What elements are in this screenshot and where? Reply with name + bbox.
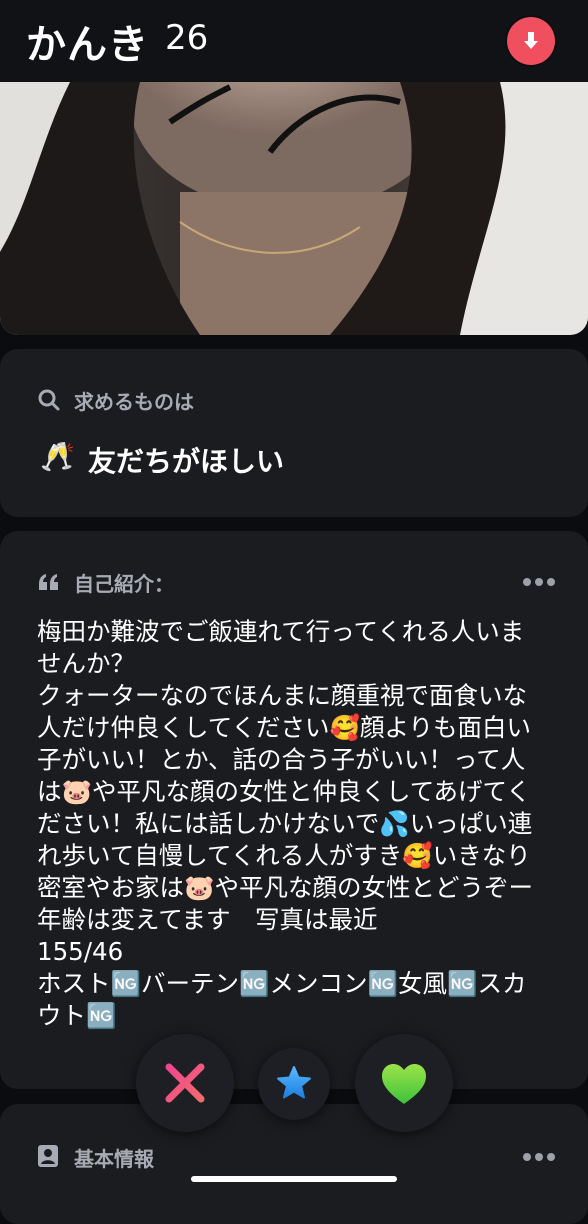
profile-card-icon [37,1144,59,1172]
looking-for-value: 友だちがほしい [88,445,285,478]
star-icon [277,1066,311,1099]
basic-info-label: 基本情報 [74,1147,154,1171]
quote-icon [37,572,61,598]
arrow-down-icon[interactable] [507,17,555,65]
nope-button[interactable] [136,1034,234,1132]
super-like-button[interactable] [258,1048,330,1120]
profile-age: 26 [165,18,209,58]
bio-text: 梅田か難波でご飯連れて行ってくれる人いませんか？ クォーターなのでほんまに顔重視… [37,617,534,1030]
like-button[interactable] [355,1034,453,1132]
profile-name: かんき [26,22,149,68]
profile-header: かんき 26 [0,0,588,82]
search-icon [37,388,61,416]
close-icon [165,1063,205,1103]
looking-for-label: 求めるものは [74,390,194,414]
heart-icon [382,1064,426,1104]
more-dots-icon[interactable] [523,578,557,588]
home-indicator[interactable] [191,1176,397,1182]
looking-for-card [0,349,588,517]
bio-label: 自己紹介： [74,572,174,596]
profile-photo[interactable] [0,82,588,335]
looking-for-emoji: 🥂 [40,440,75,473]
more-dots-icon[interactable] [523,1153,557,1163]
